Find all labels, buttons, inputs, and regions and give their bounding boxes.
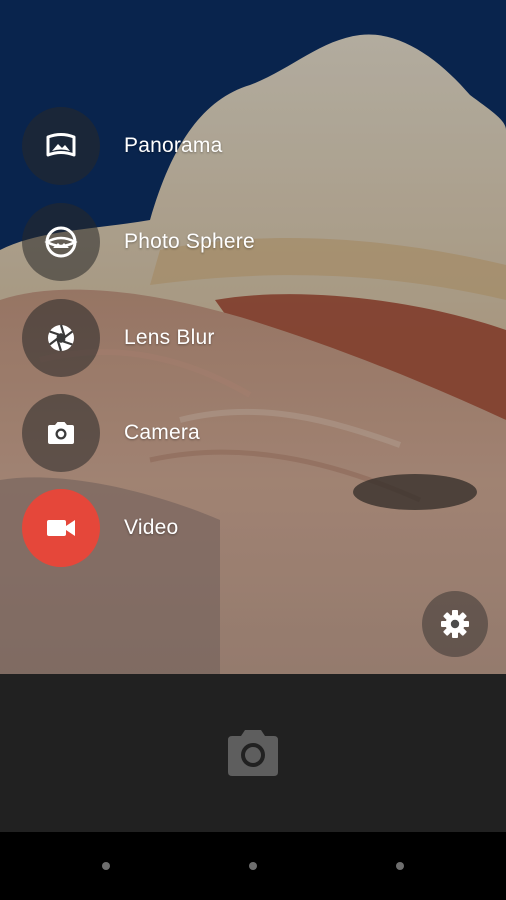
camera-mode-button[interactable] [22,394,100,472]
mode-label-camera: Camera [124,421,200,444]
mode-label-lens-blur: Lens Blur [124,326,215,349]
nav-home-button[interactable] [249,862,257,870]
camera-icon [228,730,278,776]
camera-viewfinder[interactable]: Panorama Photo Sphere Lens Blur Camera V… [0,0,506,674]
photo-sphere-icon [44,226,78,258]
gear-icon [441,610,469,638]
shutter-button[interactable] [220,724,286,780]
mode-option-photo-sphere[interactable]: Photo Sphere [22,203,255,281]
mode-option-camera[interactable]: Camera [22,394,200,472]
video-icon [47,520,75,536]
camera-app-screen: Panorama Photo Sphere Lens Blur Camera V… [0,0,506,900]
mode-label-video: Video [124,516,179,539]
nav-recents-button[interactable] [396,862,404,870]
panorama-icon [46,133,76,157]
lens-blur-button[interactable] [22,299,100,377]
video-mode-button[interactable] [22,489,100,567]
mode-option-lens-blur[interactable]: Lens Blur [22,299,215,377]
mode-option-panorama[interactable]: Panorama [22,107,223,185]
lens-blur-icon [48,324,74,352]
photo-sphere-button[interactable] [22,203,100,281]
mode-label-panorama: Panorama [124,134,223,157]
panorama-button[interactable] [22,107,100,185]
mode-option-video[interactable]: Video [22,489,178,567]
settings-button[interactable] [422,591,488,657]
nav-back-button[interactable] [102,862,110,870]
camera-icon [48,422,74,444]
system-navigation-bar [0,832,506,900]
camera-controls-bar [0,674,506,832]
mode-label-photo-sphere: Photo Sphere [124,230,255,253]
